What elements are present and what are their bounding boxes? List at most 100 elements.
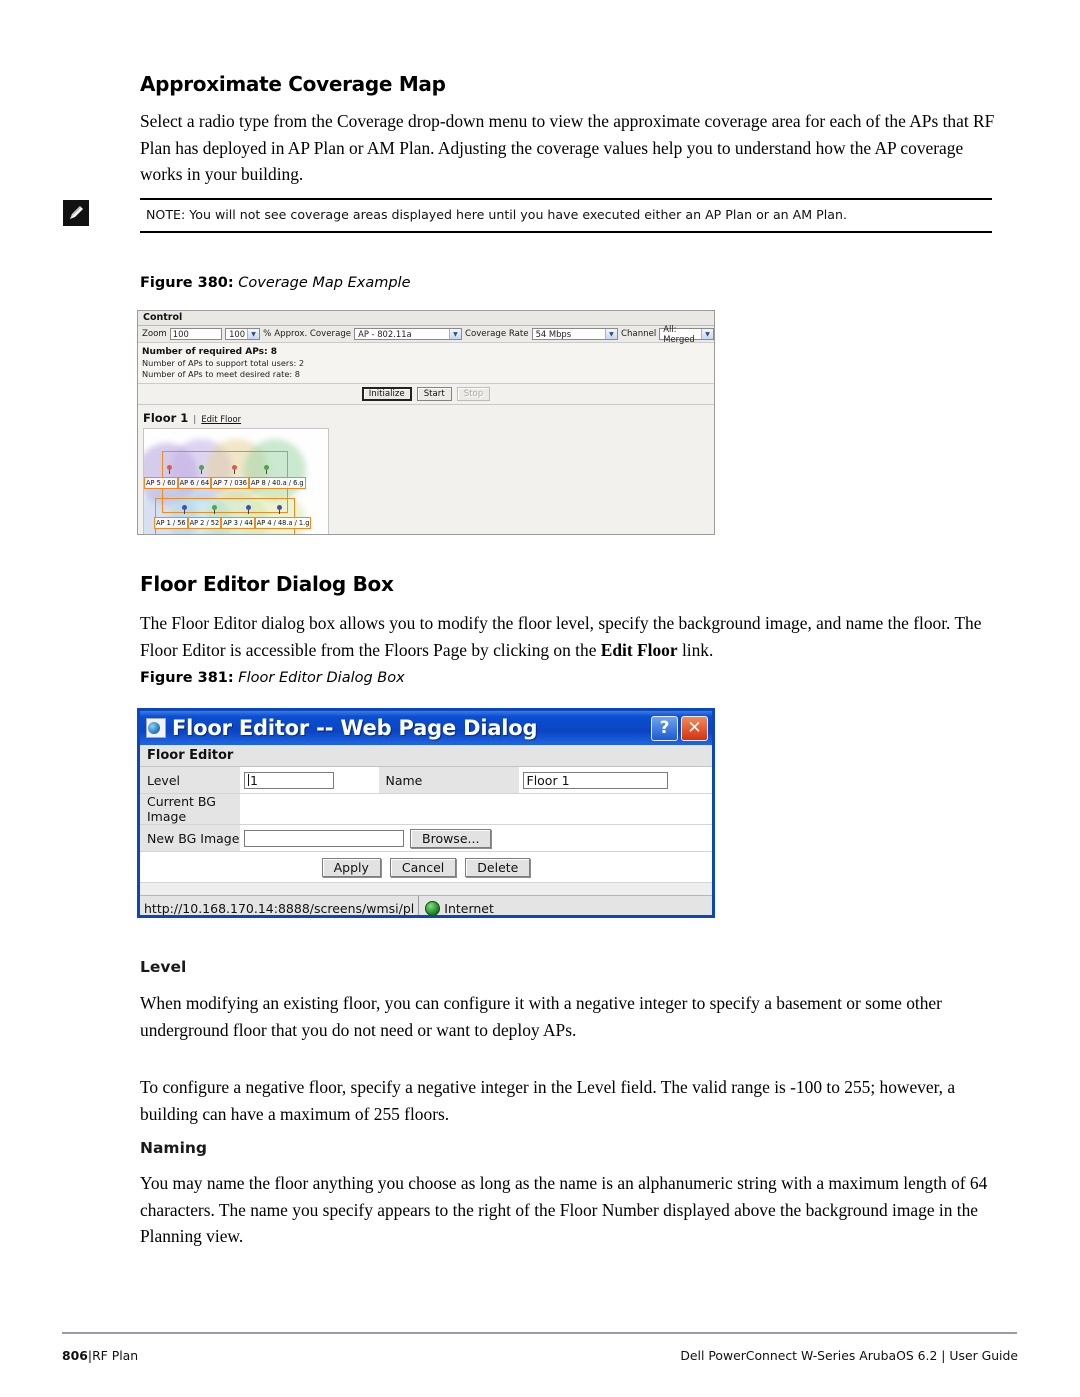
figure-380-number: Figure 380: <box>140 275 234 291</box>
stop-button: Stop <box>456 387 491 401</box>
control-panel-title: Control <box>138 311 714 326</box>
browse-button[interactable]: Browse... <box>410 828 492 848</box>
footer-chapter: RF Plan <box>92 1348 139 1363</box>
footer-divider <box>62 1332 1017 1334</box>
new-bg-image-field-cell: Browse... <box>240 825 712 851</box>
figure-380-screenshot: Control Zoom 100 100 ▼ % Approx. Coverag… <box>137 310 715 535</box>
dialog-action-buttons: Apply Cancel Delete <box>140 852 712 883</box>
paragraph-part2: link. <box>677 639 714 660</box>
channel-select[interactable]: All: Merged ▼ <box>659 324 714 344</box>
zoom-select[interactable]: 100 ▼ <box>225 328 261 340</box>
dialog-filler <box>140 883 712 895</box>
close-button[interactable]: ✕ <box>681 715 708 741</box>
coverage-rate-value: 54 Mbps <box>535 329 572 339</box>
ap-marker-icon[interactable] <box>246 505 251 514</box>
name-field-cell: Floor 1 <box>518 767 712 793</box>
dialog-titlebar: Floor Editor -- Web Page Dialog ? ✕ <box>140 711 712 745</box>
coverage-map-canvas[interactable]: AP 5 / 60 AP 6 / 64 AP 7 / 036 AP 8 / 40… <box>143 428 329 534</box>
ap-label: AP 1 / 56 <box>154 517 188 529</box>
ap-label: AP 4 / 48.a / 1.g <box>254 517 312 529</box>
level-name-row: Level 1 Name Floor 1 <box>140 767 712 794</box>
ap-marker-icon[interactable] <box>167 465 172 474</box>
ap-label-row-top: AP 5 / 60 AP 6 / 64 AP 7 / 036 AP 8 / 40… <box>144 477 306 489</box>
initialize-button[interactable]: Initialize <box>361 387 412 401</box>
ap-label: AP 7 / 036 <box>211 477 249 489</box>
chevron-down-icon: ▼ <box>604 329 617 339</box>
heading-naming: Naming <box>140 1139 208 1157</box>
ap-summary-block: Number of required APs: 8 Number of APs … <box>138 343 714 384</box>
approx-coverage-label: Approx. Coverage <box>274 329 352 339</box>
edit-floor-link[interactable]: Edit Floor <box>201 414 241 424</box>
figure-381-label: Floor Editor Dialog Box <box>238 670 405 686</box>
note-callout: NOTE: You will not see coverage areas di… <box>140 198 992 233</box>
ap-label-row-bottom: AP 1 / 56 AP 2 / 52 AP 3 / 44 AP 4 / 48.… <box>154 517 312 529</box>
ap-marker-icon[interactable] <box>182 505 187 514</box>
figure-381-caption: Figure 381: Floor Editor Dialog Box <box>140 670 405 686</box>
paragraph-level-1: When modifying an existing floor, you ca… <box>140 993 942 1040</box>
new-bg-image-row: New BG Image Browse... <box>140 825 712 852</box>
name-input[interactable]: Floor 1 <box>522 771 668 789</box>
heading-level: Level <box>140 958 187 976</box>
delete-button[interactable]: Delete <box>465 857 531 877</box>
ap-marker-icon[interactable] <box>277 505 282 514</box>
zoom-label: Zoom <box>142 329 167 339</box>
zoom-input[interactable]: 100 <box>169 328 223 340</box>
ap-marker-icon[interactable] <box>199 465 204 474</box>
coverage-rate-label: Coverage Rate <box>464 329 529 339</box>
channel-label: Channel <box>620 329 657 339</box>
new-bg-image-input[interactable] <box>244 829 404 847</box>
chevron-down-icon: ▼ <box>247 329 260 339</box>
figure-380-label: Coverage Map Example <box>238 275 411 291</box>
start-button[interactable]: Start <box>416 387 452 401</box>
paragraph-floor-editor-intro: The Floor Editor dialog box allows you t… <box>140 610 1002 663</box>
level-input[interactable]: 1 <box>244 771 334 789</box>
status-zone-text: Internet <box>444 901 494 916</box>
apply-button[interactable]: Apply <box>321 857 381 877</box>
required-aps-text: Number of required APs: 8 <box>142 347 278 357</box>
dialog-subheader: Floor Editor <box>140 745 712 767</box>
edit-floor-bold: Edit Floor <box>600 639 678 660</box>
zoom-select-value: 100 <box>229 329 246 339</box>
chevron-down-icon: ▼ <box>448 329 461 339</box>
new-bg-image-label: New BG Image <box>140 825 240 851</box>
dialog-title: Floor Editor -- Web Page Dialog <box>172 716 538 740</box>
floor-separator: | <box>193 415 197 425</box>
current-bg-image-label: Current BG Image <box>140 794 240 824</box>
coverage-rate-select[interactable]: 54 Mbps ▼ <box>531 328 618 340</box>
ap-marker-icon[interactable] <box>212 505 217 514</box>
footer-page-number: 806 <box>62 1348 88 1363</box>
chevron-down-icon: ▼ <box>701 329 713 339</box>
paragraph-part1: The Floor Editor dialog box allows you t… <box>140 613 982 660</box>
figure-381-number: Figure 381: <box>140 670 234 686</box>
footer-left: 806|RF Plan <box>62 1348 138 1363</box>
ap-marker-icon[interactable] <box>232 465 237 474</box>
help-button[interactable]: ? <box>651 715 678 741</box>
control-toolbar-row: Zoom 100 100 ▼ % Approx. Coverage AP - 8… <box>138 324 714 344</box>
control-button-row: Initialize Start Stop <box>138 384 714 405</box>
ap-label: AP 3 / 44 <box>221 517 255 529</box>
level-value: 1 <box>250 772 258 788</box>
approx-coverage-select[interactable]: AP - 802.11a ▼ <box>354 328 462 340</box>
status-url-text: http://10.168.170.14:8888/screens/wmsi/p… <box>140 896 420 915</box>
note-text: NOTE: You will not see coverage areas di… <box>146 207 847 222</box>
heading-approximate-coverage-map: Approximate Coverage Map <box>140 72 446 96</box>
name-label: Name <box>378 767 519 793</box>
dialog-statusbar: http://10.168.170.14:8888/screens/wmsi/p… <box>140 895 712 916</box>
percent-label: % <box>263 329 272 339</box>
aps-total-users-text: Number of APs to support total users: 2 <box>142 358 305 368</box>
ap-label: AP 8 / 40.a / 6.g <box>248 477 306 489</box>
document-page: Approximate Coverage Map Select a radio … <box>0 0 1080 1397</box>
level-label: Level <box>140 767 240 793</box>
ap-label: AP 2 / 52 <box>187 517 222 529</box>
paragraph-level-2: To configure a negative floor, specify a… <box>140 1077 956 1124</box>
globe-icon <box>425 901 441 915</box>
internet-explorer-page-icon <box>146 718 166 738</box>
level-field-cell: 1 <box>240 767 379 793</box>
ap-marker-icon[interactable] <box>264 465 269 474</box>
cancel-button[interactable]: Cancel <box>389 857 457 877</box>
figure-381-screenshot: Floor Editor -- Web Page Dialog ? ✕ Floo… <box>137 708 715 918</box>
channel-value: All: Merged <box>663 324 695 344</box>
floor-header-bar: Floor 1 | Edit Floor <box>138 405 714 428</box>
status-zone: Internet <box>419 896 500 916</box>
heading-floor-editor-dialog-box: Floor Editor Dialog Box <box>140 572 394 596</box>
